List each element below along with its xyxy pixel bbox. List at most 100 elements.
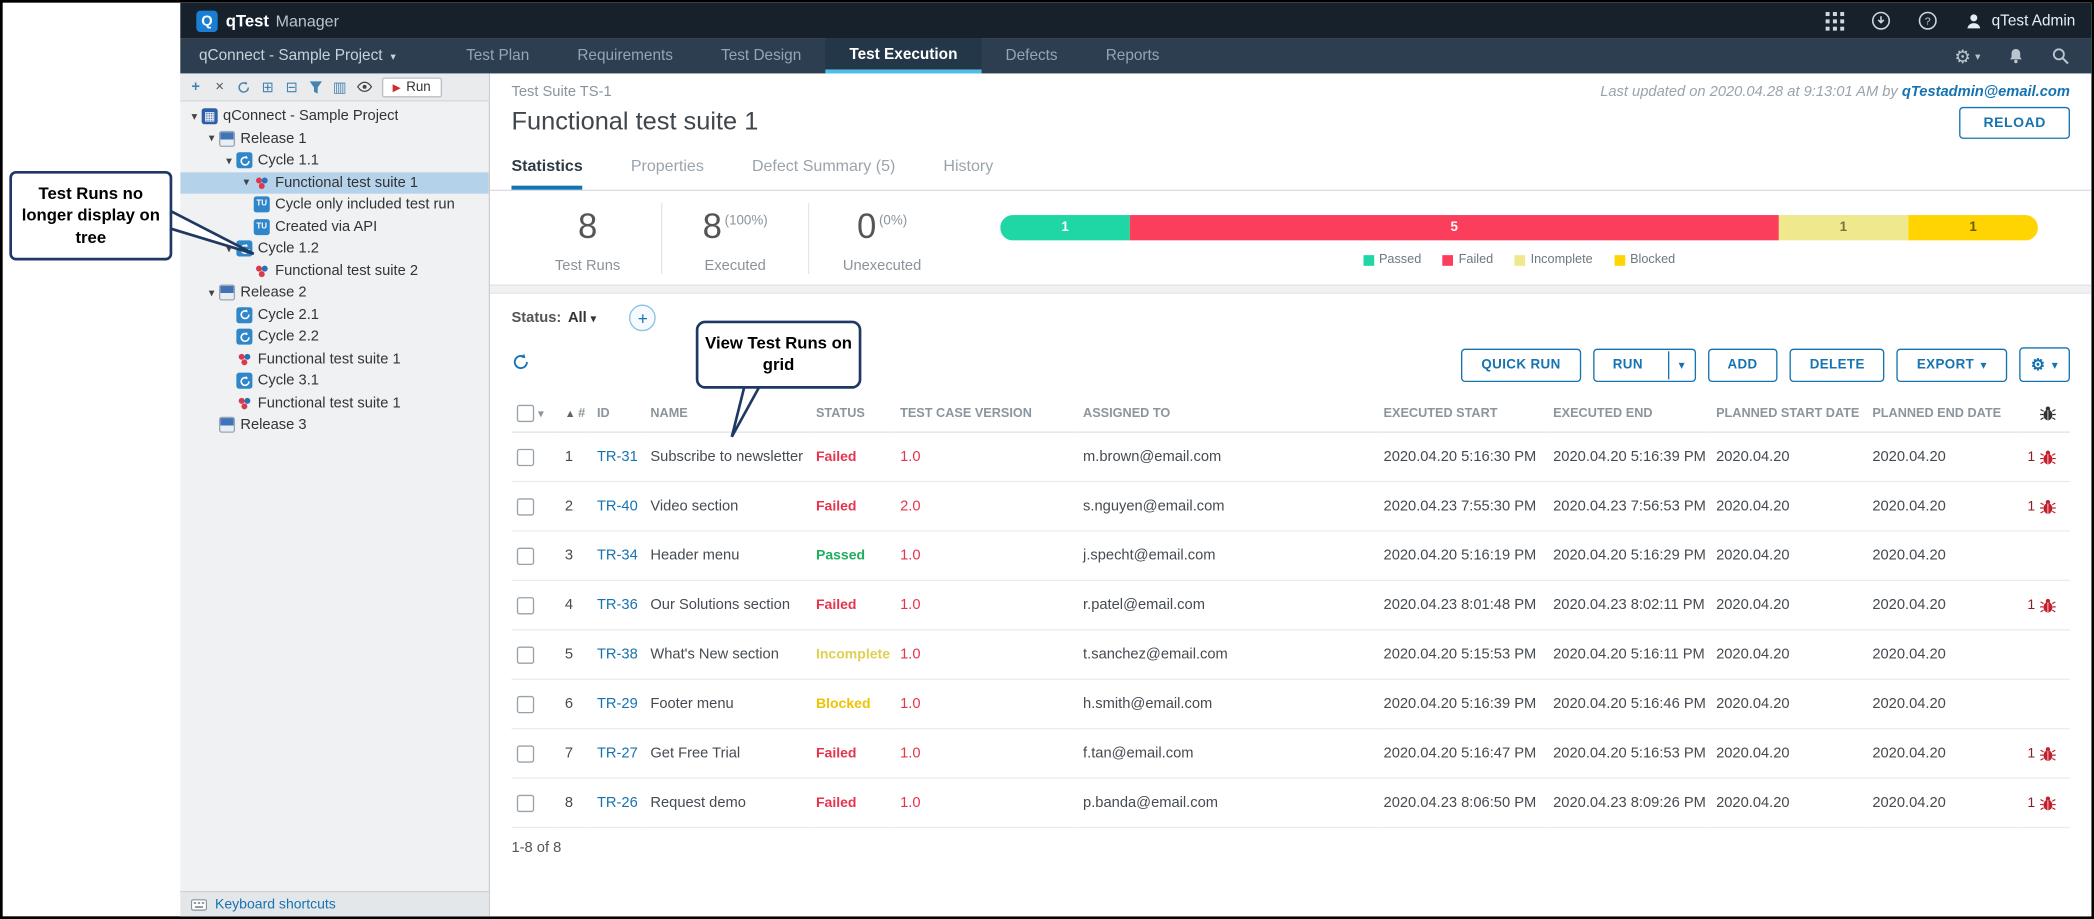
toggle-visibility-eye-icon[interactable] [354,77,374,97]
settings-gear-icon[interactable]: ⚙▾ [1954,45,1980,68]
tree-item[interactable]: ▾▦qConnect - Sample Project [180,106,488,128]
test-run-id-link[interactable]: TR-38 [597,647,638,663]
executed-end: 2020.04.20 5:16:29 PM [1548,531,1711,580]
add-button[interactable]: ADD [1707,348,1777,381]
nav-item-requirements[interactable]: Requirements [553,39,697,74]
tree-run-button[interactable]: ▶ Run [382,77,441,97]
defects-cell[interactable]: 1 [2018,729,2070,778]
tree-item[interactable]: Cycle 2.2 [180,326,488,348]
tab-statistics[interactable]: Statistics [511,156,582,189]
tree-item[interactable]: ▾ Functional test suite 1 [180,172,488,194]
column-header-planned-end-date[interactable]: PLANNED END DATE [1867,395,2018,432]
tree-item-label: Cycle 2.2 [258,329,319,345]
tree-item[interactable]: ▾Release 2 [180,282,488,304]
stat-test-runs: 8Test Runs [514,203,661,274]
reload-button[interactable]: RELOAD [1959,107,2069,139]
chevron-down-icon[interactable]: ▾ [538,407,543,419]
test-run-id-link[interactable]: TR-34 [597,548,638,564]
planned-end-date: 2020.04.20 [1867,778,2018,827]
row-checkbox[interactable] [517,448,534,465]
tree-item[interactable]: Release 3 [180,414,488,436]
defects-cell[interactable]: 1 [2018,432,2070,481]
row-checkbox[interactable] [517,794,534,811]
defects-cell[interactable]: 1 [2018,580,2070,629]
user-menu[interactable]: qTest Admin [1965,11,2075,30]
column-header-test-case-version[interactable]: TEST CASE VERSION [895,395,1078,432]
test-run-id-link[interactable]: TR-36 [597,597,638,613]
row-checkbox[interactable] [517,646,534,663]
nav-item-defects[interactable]: Defects [982,39,1082,74]
chart-legend: PassedFailedIncompleteBlocked [1000,252,2038,267]
nav-item-test-plan[interactable]: Test Plan [442,39,553,74]
tab-history[interactable]: History [943,156,993,189]
test-run-id-link[interactable]: TR-40 [597,498,638,514]
tree-caret-icon[interactable]: ▾ [187,109,202,124]
row-checkbox[interactable] [517,695,534,712]
last-updated-user-link[interactable]: qTestadmin@email.com [1902,84,2070,100]
row-checkbox[interactable] [517,498,534,515]
refresh-grid-icon[interactable] [511,352,530,377]
help-icon[interactable]: ? [1918,11,1938,31]
test-run-id-link[interactable]: TR-29 [597,696,638,712]
status-filter-dropdown[interactable]: All ▾ [568,310,596,326]
tree-item[interactable]: ▾Release 1 [180,128,488,150]
new-item-icon[interactable]: + [186,77,206,97]
tree-item[interactable]: Cycle 3.1 [180,370,488,392]
delete-item-icon[interactable]: × [210,77,230,97]
notifications-bell-icon[interactable] [2007,47,2024,66]
column-header--[interactable]: ▲# [560,395,592,432]
refresh-tree-icon[interactable] [234,77,254,97]
test-run-id-link[interactable]: TR-27 [597,745,638,761]
tree-item[interactable]: ▾Cycle 1.1 [180,150,488,172]
nav-item-test-design[interactable]: Test Design [697,39,825,74]
filter-icon[interactable] [306,77,326,97]
test-run-id-link[interactable]: TR-31 [597,449,638,465]
nav-item-test-execution[interactable]: Test Execution [825,39,981,74]
test-run-id-link[interactable]: TR-26 [597,795,638,811]
apps-grid-icon[interactable] [1826,11,1845,30]
run-dropdown-chevron-icon[interactable]: ▾ [1668,351,1694,379]
nav-item-reports[interactable]: Reports [1082,39,1184,74]
delete-button[interactable]: DELETE [1790,348,1885,381]
defect-count: 1 [2027,498,2035,514]
tree-caret-icon[interactable]: ▾ [204,286,219,301]
tree-item[interactable]: Functional test suite 2 [180,260,488,282]
defects-cell [2018,679,2070,728]
bar-segment-passed: 1 [1000,215,1130,240]
column-header-planned-start-date[interactable]: PLANNED START DATE [1711,395,1867,432]
column-header-id[interactable]: ID [592,395,645,432]
row-checkbox[interactable] [517,547,534,564]
tree-item-label: Functional test suite 1 [275,175,418,191]
column-header-assigned-to[interactable]: ASSIGNED TO [1078,395,1378,432]
last-updated-text: Last updated on 2020.04.28 at 9:13:01 AM… [1600,84,2070,100]
column-header-executed-end[interactable]: EXECUTED END [1548,395,1711,432]
defects-cell[interactable]: 1 [2018,778,2070,827]
tree-item[interactable]: Functional test suite 1 [180,348,488,370]
tree-item[interactable]: Functional test suite 1 [180,392,488,414]
tree-caret-icon[interactable]: ▾ [222,153,237,168]
search-icon[interactable] [2051,47,2070,66]
select-all-checkbox[interactable] [517,405,534,422]
column-header-status[interactable]: STATUS [811,395,895,432]
add-filter-button[interactable]: + [629,305,656,332]
download-icon[interactable] [1871,11,1891,31]
export-button[interactable]: EXPORT ▾ [1897,348,2007,381]
tree-caret-icon[interactable]: ▾ [204,131,219,146]
collapse-all-icon[interactable]: ⊟ [282,77,302,97]
row-checkbox[interactable] [517,745,534,762]
tab-properties[interactable]: Properties [631,156,704,189]
keyboard-shortcuts-link[interactable]: Keyboard shortcuts [215,896,336,912]
tab-defect-summary-5-[interactable]: Defect Summary (5) [752,156,895,189]
run-button[interactable]: RUN [1594,349,1662,380]
column-header-executed-start[interactable]: EXECUTED START [1378,395,1548,432]
grid-settings-button[interactable]: ⚙▾ [2019,347,2070,382]
defects-cell[interactable]: 1 [2018,482,2070,531]
expand-all-icon[interactable]: ⊞ [258,77,278,97]
tree-caret-icon[interactable]: ▾ [239,175,254,190]
columns-icon[interactable]: ▥ [330,77,350,97]
row-checkbox[interactable] [517,596,534,613]
tree-item[interactable]: Cycle 2.1 [180,304,488,326]
quick-run-button[interactable]: QUICK RUN [1461,348,1580,381]
column-header-defects[interactable] [2018,395,2070,432]
project-selector[interactable]: qConnect - Sample Project ▾ [180,39,442,74]
